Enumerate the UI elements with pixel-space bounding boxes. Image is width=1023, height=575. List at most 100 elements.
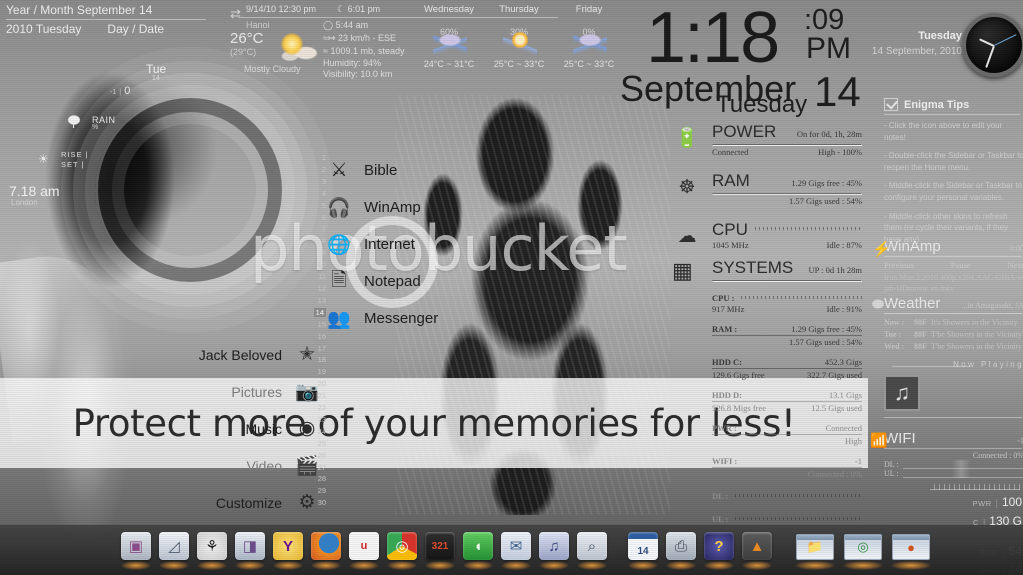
enigma-tips-panel[interactable]: Enigma Tips - Click the icon above to ed… [884,98,1023,252]
music-note-icon[interactable]: ♫ [884,375,920,411]
user-menu-item-profile[interactable]: Jack Beloved ✭ [150,336,320,373]
taskbar-icon-video321[interactable]: 321 [422,531,458,571]
calendar-today-value: 14 [313,307,326,317]
systems-hddc-free: 129.6 Gigs free [712,370,765,380]
weather-row-label: Wed : [884,342,905,351]
systems-divider [712,280,862,282]
calendar-day[interactable]: 12 [312,283,326,295]
taskbar-window-group[interactable]: 📁 ◎ ● [792,531,934,571]
taskbar-icon-vlc[interactable]: ▲ [739,531,775,571]
calendar-day[interactable]: 5 [312,200,326,212]
clock-face [962,13,1023,77]
stat-row-pwr: PWR | 100 [930,495,1022,509]
user-menu-item-pictures[interactable]: Pictures 📷 [150,373,320,410]
user-menu-label: Pictures [231,383,282,400]
now-playing-divider-bottom [884,417,1022,418]
now-playing-panel[interactable]: Now Playing ♫ [884,360,1023,418]
weather-row-desc: T'be Showers in the Vicinity [930,330,1022,339]
launcher-menu[interactable]: ⚔ Bible 🎧 WinAmp 🌐 Internet 🗎 Notepad 👥 … [326,152,486,337]
launcher-label: Notepad [364,273,421,290]
calendar-day[interactable]: 1 [312,152,326,164]
calendar-day[interactable]: 15 [312,319,326,331]
user-name-label: Jack Beloved [198,346,282,363]
taskbar-icon-paint[interactable]: ◨ [232,531,268,571]
taskbar-window-chrome-1[interactable]: ◎ [840,531,886,571]
weather-small-location: ...in Amagasaki, JA [961,301,1023,310]
calendar-day-today[interactable]: 14 [312,307,326,319]
calendar-day[interactable]: 4 [312,188,326,200]
big-clock[interactable]: 1:18 :09 PM September Tuesday 14 [612,0,872,118]
taskbar-icon-bittorrent[interactable]: ◖ [460,531,496,571]
user-menu-item-music[interactable]: Music ◉ [150,410,320,447]
date-header-label: Day / Date [107,22,165,36]
calendar-day[interactable]: 7 [312,223,326,235]
launcher-label: WinAmp [364,199,421,216]
calendar-icon: 14 [628,532,658,560]
calendar-day[interactable]: 2 [312,164,326,176]
winamp-previous-button[interactable]: Previous [884,260,914,270]
winamp-pause-button[interactable]: Pause [951,260,971,270]
taskbar-icon-help[interactable]: ? [701,531,737,571]
taskbar-group-1[interactable]: ▣ ◿ ⚘ ◨ Y ● u [118,531,458,571]
user-menu-item-video[interactable]: Video 🎬 [150,447,320,484]
taskbar-icon-yahoo[interactable]: Y [270,531,306,571]
spider-icon: ⚘ [197,532,227,560]
taskbar-icon-unikey[interactable]: u [346,531,382,571]
brain-icon: ☁ [677,225,697,247]
taskbar[interactable]: ▣ ◿ ⚘ ◨ Y ● u [0,525,1023,575]
wifi-title: WIFI [884,430,916,447]
forecast-day-name: Thursday [499,4,539,15]
systems-hddc-used: 322.7 Gigs used [806,370,862,380]
launcher-item-winamp[interactable]: 🎧 WinAmp [326,189,486,226]
taskbar-group-3[interactable]: 14 ⎙ ? ▲ [625,531,775,571]
taskbar-icon-explorer[interactable]: ◿ [156,531,192,571]
analog-clock-widget[interactable]: Tuesday 14 September, 2010 [862,6,1023,84]
weather-row-temp: 88F [914,342,927,351]
calendar-day[interactable]: 11 [312,271,326,283]
launcher-item-messenger[interactable]: 👥 Messenger [326,300,486,337]
taskbar-window-chrome-2[interactable]: ● [888,531,934,571]
taskbar-icon-calendar[interactable]: 14 [625,531,661,571]
taskbar-window-folder[interactable]: 📁 [792,531,838,571]
taskbar-icon-laptop[interactable]: ▣ [118,531,154,571]
wifi-panel[interactable]: 📶 WIFI -1 Connected : 0% DL : UL : [870,430,1023,478]
taskbar-icon-mail[interactable]: ✉ [498,531,534,571]
second-hand [993,34,1017,46]
winamp-controls[interactable]: Previous Pause Next [884,260,1023,270]
thunderstorm-icon [433,31,467,59]
launcher-item-bible[interactable]: ⚔ Bible [326,152,486,189]
refresh-icon[interactable]: ⇄ [230,6,241,22]
firefox-icon: ● [311,532,341,560]
winamp-panel[interactable]: ⚡ WinAmp 0:00 Previous Pause Next Iron.M… [872,238,1023,295]
speaker-icon: ◉ [298,418,316,439]
weather-widget[interactable]: ⇄ 9/14/10 12:30 pm ☾ 6:01 pm Hanoi ◯ 5:4… [228,2,614,79]
weather-small-panel[interactable]: Weather ...in Amagasaki, JA Now : 90F It… [870,295,1023,353]
calendar-day[interactable]: 6 [312,212,326,224]
user-menu[interactable]: Jack Beloved ✭ Pictures 📷 Music ◉ Video … [150,336,320,521]
taskbar-icon-firefox[interactable]: ● [308,531,344,571]
now-playing-label: Now Playing [953,360,1023,369]
taskbar-icon-spider[interactable]: ⚘ [194,531,230,571]
launcher-label: Bible [364,162,398,179]
launcher-item-internet[interactable]: 🌐 Internet [326,226,486,263]
calendar-day[interactable]: 10 [312,259,326,271]
taskbar-group-2[interactable]: ◖ ✉ ♫ ⌕ [460,531,610,571]
calendar-day[interactable]: 8 [312,235,326,247]
taskbar-icon-printer[interactable]: ⎙ [663,531,699,571]
calendar-day[interactable]: 13 [312,295,326,307]
systems-hddd-total: 13.1 Gigs [828,390,862,400]
left-weather-day: Tue [146,62,167,76]
checkbox-note-icon[interactable] [884,98,898,111]
star-avatar-icon: ✭ [299,344,315,365]
moon-icon-label: ☾ 6:01 pm [337,4,381,14]
wifi-connected: Connected : 0% [972,451,1023,460]
calendar-day[interactable]: 9 [312,247,326,259]
calendar-day[interactable]: 3 [312,176,326,188]
user-menu-item-customize[interactable]: Customize ⚙ [150,484,320,521]
taskbar-icon-search[interactable]: ⌕ [574,531,610,571]
launcher-item-notepad[interactable]: 🗎 Notepad [326,263,486,300]
taskbar-icon-chrome[interactable]: ◎ [384,531,420,571]
icon-reflection [159,561,189,570]
winamp-next-button[interactable]: Next [1007,260,1023,270]
taskbar-icon-media[interactable]: ♫ [536,531,572,571]
